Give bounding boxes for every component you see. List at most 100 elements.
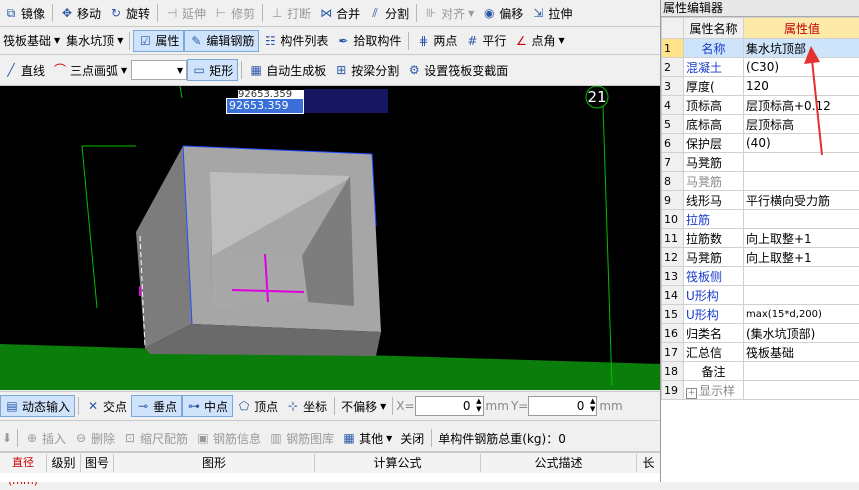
mirror-button[interactable]: ⧉镜像 <box>0 2 49 24</box>
coordinate-input[interactable]: 92653.359 <box>226 98 304 114</box>
expand-icon[interactable]: + <box>686 388 697 399</box>
property-value[interactable]: 层顶标高 <box>744 115 859 134</box>
component-list-button[interactable]: ☷构件列表 <box>259 30 332 52</box>
property-row[interactable]: 15U形构max(15*d,200) <box>662 305 859 324</box>
property-value[interactable]: 筏板基础 <box>744 343 859 362</box>
category-dropdown[interactable]: 筏板基础▼ <box>0 31 63 51</box>
pit-inner-floor[interactable] <box>212 256 308 308</box>
arc-option-dropdown[interactable]: ▼ <box>131 60 187 80</box>
property-value[interactable] <box>744 381 859 400</box>
property-value[interactable] <box>744 172 859 191</box>
col-grade: 级别 <box>47 454 81 472</box>
down-arrow-icon[interactable]: ⬇ <box>0 431 14 445</box>
property-value[interactable]: 集水坑顶部 <box>744 39 859 58</box>
property-row[interactable]: 11拉筋数向上取整+1 <box>662 229 859 248</box>
midpoint-snap[interactable]: ⊶中点 <box>182 395 233 417</box>
property-row[interactable]: 3厚度(120 <box>662 77 859 96</box>
drawing-canvas[interactable]: 21 92653.359 92653.359 <box>0 86 660 390</box>
align-button[interactable]: ⊪对齐▼ <box>420 2 478 24</box>
dropdown-arrow-icon: ▼ <box>558 36 564 45</box>
close-button[interactable]: 关闭 <box>396 427 428 449</box>
property-row[interactable]: 17汇总信筏板基础 <box>662 343 859 362</box>
split-by-beam-button[interactable]: ⊞按梁分割 <box>330 59 403 81</box>
mirror-icon: ⧉ <box>4 6 18 20</box>
property-row[interactable]: 5底标高层顶标高 <box>662 115 859 134</box>
auto-generate-raft-button[interactable]: ▦自动生成板 <box>245 59 330 81</box>
property-value[interactable]: (集水坑顶部) <box>744 324 859 343</box>
scale-rebar-button[interactable]: ⊡缩尺配筋 <box>119 427 192 449</box>
property-row[interactable]: 8马凳筋 <box>662 172 859 191</box>
property-row[interactable]: 9线形马平行横向受力筋 <box>662 191 859 210</box>
property-value[interactable] <box>744 267 859 286</box>
property-value[interactable] <box>744 210 859 229</box>
perpendicular-snap[interactable]: ⊸垂点 <box>131 395 182 417</box>
trim-button[interactable]: ⊢修剪 <box>210 2 259 24</box>
x-offset-input[interactable]: 0▲▼ <box>415 396 484 416</box>
insert-button[interactable]: ⊕插入 <box>21 427 70 449</box>
merge-button[interactable]: ⋈合并 <box>315 2 364 24</box>
set-variable-section-button[interactable]: ⚙设置筏板变截面 <box>403 59 512 81</box>
model-view[interactable] <box>0 86 660 390</box>
property-value[interactable]: 向上取整+1 <box>744 229 859 248</box>
property-row[interactable]: 12马凳筋向上取整+1 <box>662 248 859 267</box>
spin-arrows-icon[interactable]: ▲▼ <box>476 397 481 413</box>
property-value[interactable]: 平行横向受力筋 <box>744 191 859 210</box>
property-row[interactable]: 4顶标高层顶标高+0.12 <box>662 96 859 115</box>
property-row-name[interactable]: 1名称集水坑顶部 <box>662 39 859 58</box>
other-menu-button[interactable]: ▦其他▼ <box>338 427 396 449</box>
property-row[interactable]: 18备注 <box>662 362 859 381</box>
split-icon: ⫽ <box>368 6 382 20</box>
intersection-snap[interactable]: ✕交点 <box>82 395 131 417</box>
property-row[interactable]: 7马凳筋 <box>662 153 859 172</box>
property-name: 厚度( <box>684 77 744 96</box>
two-points-button[interactable]: ⋕两点 <box>412 30 461 52</box>
property-value[interactable]: max(15*d,200) <box>744 305 859 324</box>
property-value[interactable] <box>744 362 859 381</box>
extend-button[interactable]: ⊣延伸 <box>161 2 210 24</box>
parallel-button[interactable]: #平行 <box>461 30 510 52</box>
vertex-snap[interactable]: ⬠顶点 <box>233 395 282 417</box>
rebar-library-button[interactable]: ▥钢筋图库 <box>265 427 338 449</box>
property-value[interactable] <box>744 153 859 172</box>
delete-button[interactable]: ⊖删除 <box>70 427 119 449</box>
property-value[interactable]: 层顶标高+0.12 <box>744 96 859 115</box>
green-guide-line <box>82 146 97 308</box>
rebar-info-button[interactable]: ▣钢筋信息 <box>192 427 265 449</box>
property-row[interactable]: 13筏板侧 <box>662 267 859 286</box>
property-value[interactable]: (40) <box>744 134 859 153</box>
arc-button[interactable]: ⌒三点画弧▼ <box>49 59 131 81</box>
dynamic-input-toggle[interactable]: ▤动态输入 <box>0 395 75 417</box>
split-button[interactable]: ⫽分割 <box>364 2 413 24</box>
property-row[interactable]: 16归类名(集水坑顶部) <box>662 324 859 343</box>
property-row[interactable]: 19+显示样 <box>662 381 859 400</box>
coordinate-input-extension[interactable] <box>304 89 388 113</box>
stretch-button[interactable]: ⇲拉伸 <box>527 2 576 24</box>
offset-mode-dropdown[interactable]: 不偏移▼ <box>338 396 389 416</box>
property-value[interactable]: 向上取整+1 <box>744 248 859 267</box>
edit-rebar-button[interactable]: ✎编辑钢筋 <box>184 30 259 52</box>
pit-left-face[interactable] <box>136 146 192 348</box>
point-angle-button[interactable]: ∠点角▼ <box>510 30 568 52</box>
split-beam-icon: ⊞ <box>334 63 348 77</box>
pick-component-button[interactable]: ✒拾取构件 <box>332 30 405 52</box>
rotate-button[interactable]: ↻旋转 <box>105 2 154 24</box>
rectangle-button[interactable]: ▭矩形 <box>187 59 238 81</box>
property-row[interactable]: 14U形构 <box>662 286 859 305</box>
line-button[interactable]: ╱直线 <box>0 59 49 81</box>
properties-button[interactable]: ☑属性 <box>133 30 184 52</box>
property-row[interactable]: 10拉筋 <box>662 210 859 229</box>
offset-button[interactable]: ◉偏移 <box>478 2 527 24</box>
spin-arrows-icon[interactable]: ▲▼ <box>590 397 595 413</box>
property-value[interactable]: (C30) <box>744 58 859 77</box>
move-button[interactable]: ✥移动 <box>56 2 105 24</box>
property-value[interactable]: 120 <box>744 77 859 96</box>
rebar-table-body[interactable] <box>0 473 660 482</box>
property-row[interactable]: 2混凝土(C30) <box>662 58 859 77</box>
y-offset-input[interactable]: 0▲▼ <box>528 396 597 416</box>
coordinate-snap[interactable]: ⊹坐标 <box>282 395 331 417</box>
property-value[interactable] <box>744 286 859 305</box>
component-dropdown[interactable]: 集水坑顶▼ <box>63 31 126 51</box>
separator <box>52 4 53 22</box>
property-row[interactable]: 6保护层(40) <box>662 134 859 153</box>
break-button[interactable]: ⊥打断 <box>266 2 315 24</box>
